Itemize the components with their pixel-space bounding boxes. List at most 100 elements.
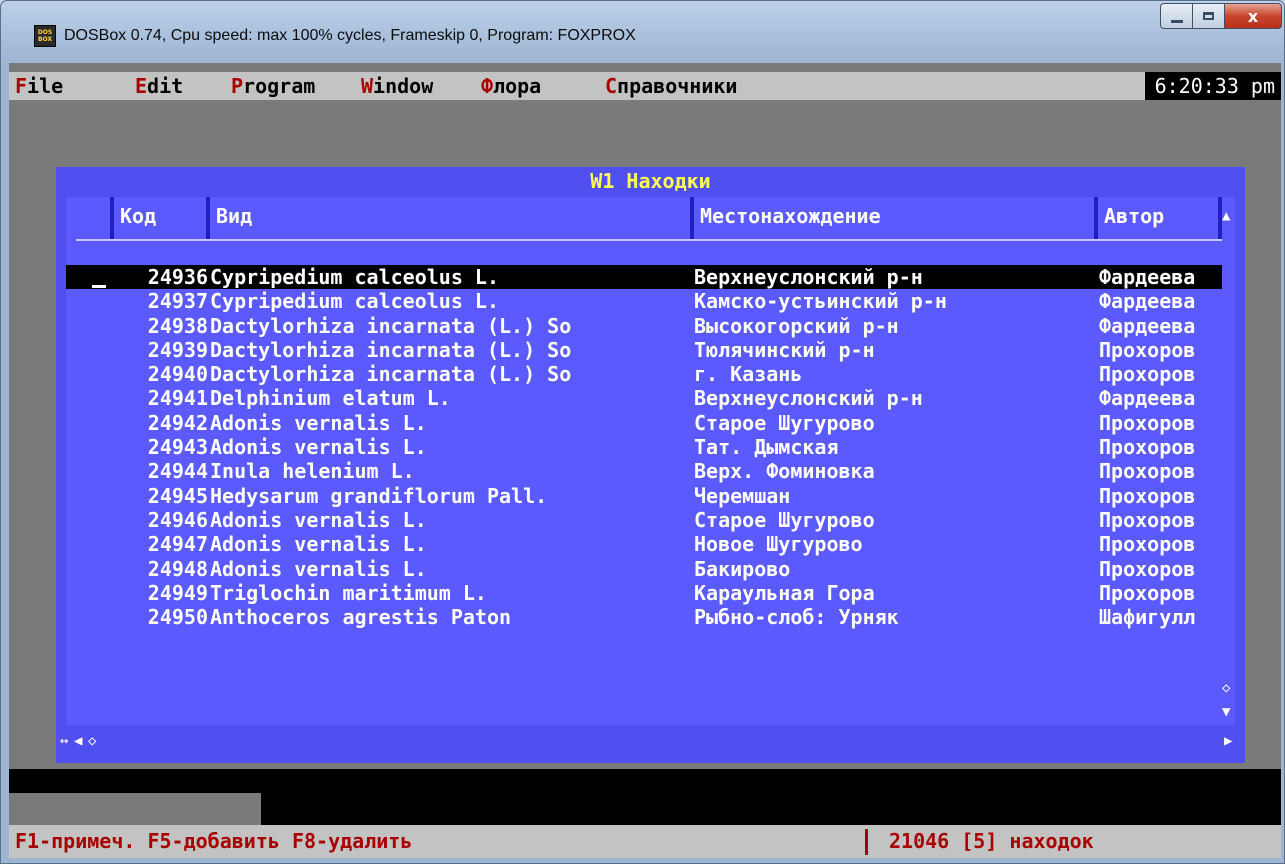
cell-author: Прохоров <box>1099 556 1196 581</box>
close-button[interactable]: x <box>1224 3 1282 29</box>
cell-location: Высокогорский р-н <box>694 313 899 338</box>
window-title: DOSBox 0.74, Cpu speed: max 100% cycles,… <box>64 27 636 44</box>
cell-location: Черемшан <box>694 483 791 508</box>
menu-edit[interactable]: Edit <box>135 72 183 100</box>
cell-location: Верхнеуслонский р-н <box>694 386 923 411</box>
column-header-vid[interactable]: Вид <box>210 197 690 239</box>
cell-location: Верхнеуслонский р-н <box>694 265 923 289</box>
cell-author: Прохоров <box>1099 435 1196 460</box>
table-row[interactable]: 24948 Adonis vernalis L. Бакирово Прохоров <box>66 557 1222 581</box>
cell-author: Прохоров <box>1099 459 1196 484</box>
cell-author: Прохоров <box>1099 483 1196 508</box>
header-divider <box>76 239 1235 241</box>
cell-author: Прохоров <box>1099 337 1196 362</box>
cell-code: 24945 <box>147 483 208 508</box>
cell-location: Рыбно-слоб: Урняк <box>694 605 899 630</box>
table-row[interactable]: 24941 Delphinium elatum L. Верхнеуслонский… <box>66 386 1222 410</box>
cell-author: Прохоров <box>1099 362 1196 387</box>
vertical-scrollbar[interactable]: ▲ ◇ ▼ <box>1222 197 1235 725</box>
horizontal-scrollbar[interactable]: ↔ ◀ ◇ ▶ <box>56 727 1245 755</box>
cell-author: Прохоров <box>1099 410 1196 435</box>
maximize-button[interactable] <box>1192 3 1224 29</box>
cell-vid: Adonis vernalis L. <box>210 507 427 532</box>
cell-code: 24938 <box>147 313 208 338</box>
column-header-author[interactable]: Автор <box>1098 197 1218 239</box>
table-row[interactable]: 24939 Dactylorhiza incarnata (L.) So Тюляч… <box>66 338 1222 362</box>
table-row[interactable]: 24943 Adonis vernalis L. Тат. Дымская Прохо… <box>66 435 1222 459</box>
menu-file[interactable]: File <box>15 72 63 100</box>
browse-window-title[interactable]: W1 Находки <box>56 167 1245 195</box>
table-row[interactable]: 24940 Dactylorhiza incarnata (L.) So г. Ка… <box>66 362 1222 386</box>
menu-window[interactable]: Window <box>361 72 433 100</box>
cell-vid: Dactylorhiza incarnata (L.) So <box>210 313 572 338</box>
minimize-icon <box>1170 19 1183 23</box>
cell-author: Прохоров <box>1099 532 1196 557</box>
cell-vid: Triglochin maritimum L. <box>210 580 487 605</box>
table-row[interactable]: 24947 Adonis vernalis L. Новое Шугурово Про… <box>66 532 1222 556</box>
cell-author: Прохоров <box>1099 507 1196 532</box>
desktop-area <box>9 793 261 825</box>
minimize-button[interactable] <box>1160 3 1192 29</box>
table-row[interactable]: 24937 Cypripedium calceolus L. Камско-усть… <box>66 289 1222 313</box>
title-bar[interactable]: DOS BOX DOSBox 0.74, Cpu speed: max 100% … <box>1 1 1285 61</box>
table-row[interactable]: 24944 Inula helenium L. Верх. Фоминовка Про… <box>66 459 1222 483</box>
cell-vid: Adonis vernalis L. <box>210 435 427 460</box>
table-row[interactable]: 24945 Hedysarum grandiflorum Pall. Черемша… <box>66 484 1222 508</box>
cell-location: Бакирово <box>694 556 791 581</box>
cell-location: Старое Шугурово <box>694 410 875 435</box>
cell-author: Фардеева <box>1099 386 1196 411</box>
cell-code: 24944 <box>147 459 208 484</box>
cell-code: 24939 <box>147 337 208 362</box>
dosbox-app-icon[interactable]: DOS BOX <box>34 25 56 47</box>
table-row[interactable]: 24946 Adonis vernalis L. Старое Шугурово Пр… <box>66 508 1222 532</box>
cell-vid: Adonis vernalis L. <box>210 410 427 435</box>
table-row[interactable]: 24936 Cypripedium calceolus L. Верхнеуслон… <box>66 265 1222 290</box>
table-row[interactable]: 24938 Dactylorhiza incarnata (L.) So Высок… <box>66 314 1222 338</box>
cell-author: Шафигулл <box>1099 605 1196 630</box>
cell-location: Тат. Дымская <box>694 435 839 460</box>
menu-program[interactable]: Program <box>231 72 315 100</box>
menu-bar: File Edit Program Window Флора Справочни… <box>9 72 1281 100</box>
cell-vid: Adonis vernalis L. <box>210 532 427 557</box>
record-cursor <box>92 285 106 288</box>
cell-location: Караульная Гора <box>694 580 875 605</box>
cell-location: Новое Шугурово <box>694 532 863 557</box>
cell-vid: Cypripedium calceolus L. <box>210 289 499 314</box>
cell-code: 24942 <box>147 410 208 435</box>
table-row[interactable]: 24942 Adonis vernalis L. Старое Шугурово Пр… <box>66 411 1222 435</box>
status-divider <box>865 829 868 855</box>
cell-author: Прохоров <box>1099 580 1196 605</box>
column-header-location[interactable]: Местонахождение <box>694 197 1094 239</box>
browse-grid[interactable]: Код Вид Местонахождение Автор 24936 Cypri… <box>66 197 1235 725</box>
table-row[interactable]: 24950 Anthoceros agrestis Paton Рыбно-слоб… <box>66 605 1222 629</box>
scroll-down-arrow-icon[interactable]: ▼ <box>1222 705 1230 719</box>
scroll-thumb-icon[interactable]: ◇ <box>1222 681 1230 695</box>
hscroll-thumb-icon[interactable]: ◇ <box>88 734 96 748</box>
cell-location: Старое Шугурово <box>694 507 875 532</box>
cell-author: Фардеева <box>1099 265 1196 289</box>
column-header-code[interactable]: Код <box>114 197 206 239</box>
cell-code: 24937 <box>147 289 208 314</box>
status-key-hints: F1-примеч. F5-добавить F8-удалить <box>15 829 413 853</box>
scroll-right-arrow-icon[interactable]: ▶ <box>1224 734 1232 748</box>
close-icon: x <box>1247 6 1259 26</box>
scroll-left-arrow-icon[interactable]: ◀ <box>74 734 82 748</box>
resize-handle-icon[interactable]: ↔ <box>60 734 68 748</box>
menu-flora[interactable]: Флора <box>481 72 541 100</box>
cell-code: 24947 <box>147 532 208 557</box>
cell-location: Верх. Фоминовка <box>694 459 875 484</box>
cell-code: 24941 <box>147 386 208 411</box>
cell-location: Тюлячинский р-н <box>694 337 875 362</box>
cell-location: Камско-устьинский р-н <box>694 289 947 314</box>
scroll-up-arrow-icon[interactable]: ▲ <box>1222 209 1230 223</box>
cell-code: 24943 <box>147 435 208 460</box>
browse-window[interactable]: W1 Находки Код Вид Местонахождение Автор… <box>56 167 1245 763</box>
status-record-count: 21046 [5] находок <box>889 829 1094 853</box>
cell-vid: Anthoceros agrestis Paton <box>210 605 512 630</box>
table-row[interactable]: 24949 Triglochin maritimum L. Караульная Г… <box>66 581 1222 605</box>
caption-buttons: x <box>1160 3 1282 31</box>
cell-vid: Inula helenium L. <box>210 459 415 484</box>
menu-spravochniki[interactable]: Справочники <box>605 72 737 100</box>
cell-code: 24948 <box>147 556 208 581</box>
cell-code: 24940 <box>147 362 208 387</box>
